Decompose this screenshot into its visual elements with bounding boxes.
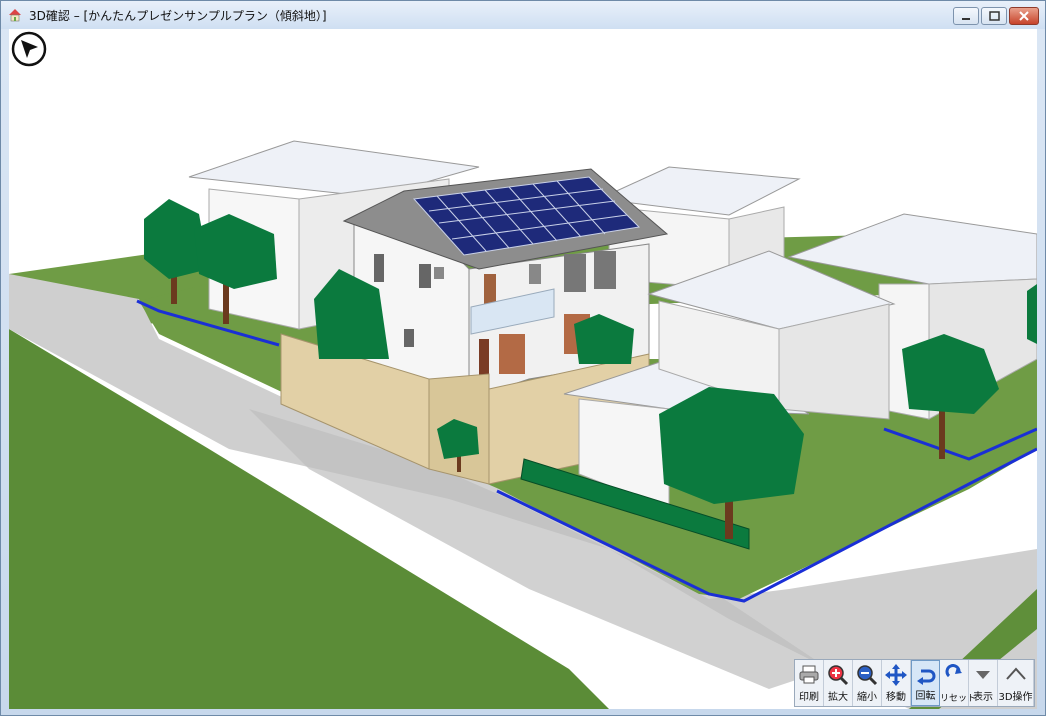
app-window: 3D確認 – [かんたんプレゼンサンプルプラン（傾斜地）] 印刷 拡大 縮小 移… [0, 0, 1046, 716]
print-label: 印刷 [799, 692, 819, 703]
main-window [529, 264, 541, 284]
window-title: 3D確認 – [かんたんプレゼンサンプルプラン（傾斜地）] [29, 9, 327, 23]
rotate-label: 回転 [915, 691, 936, 702]
maximize-button[interactable] [981, 7, 1007, 25]
house-app-icon [9, 9, 21, 22]
main-window [564, 254, 586, 292]
reset-icon [945, 664, 962, 678]
reset-label: リセット [940, 694, 977, 704]
zoom-out-label: 縮小 [857, 692, 877, 703]
3d-operation-button[interactable]: 3D操作 [998, 660, 1034, 706]
display-button[interactable]: 表示 [969, 660, 998, 706]
main-window [434, 267, 444, 279]
main-door [479, 339, 489, 379]
3d-operation-label: 3D操作 [998, 692, 1033, 703]
move-arrows-icon [885, 664, 907, 686]
main-window [374, 254, 384, 282]
move-button[interactable]: 移動 [882, 660, 911, 706]
window-caption-buttons [953, 7, 1039, 25]
chevron-up-icon [1005, 667, 1026, 680]
close-button[interactable] [1009, 7, 1039, 25]
rotate-button[interactable]: 回転 [911, 660, 940, 706]
3d-viewport[interactable]: 印刷 拡大 縮小 移動 回転 リセット 表示 3D操作 [9, 29, 1037, 709]
display-label: 表示 [973, 692, 993, 703]
main-window [404, 329, 414, 347]
3d-toolbar: 印刷 拡大 縮小 移動 回転 リセット 表示 3D操作 [794, 659, 1035, 707]
zoom-in-icon [828, 665, 849, 686]
tree [1027, 284, 1037, 344]
move-label: 移動 [886, 692, 906, 703]
main-window [484, 274, 496, 304]
main-window [594, 251, 616, 289]
minimize-icon [962, 18, 970, 20]
3d-scene[interactable] [9, 29, 1037, 709]
minimize-button[interactable] [953, 7, 979, 25]
zoom-out-icon [857, 665, 878, 686]
close-icon [1019, 11, 1029, 21]
printer-icon [799, 665, 819, 684]
chevron-down-icon [976, 671, 990, 679]
zoom-in-button[interactable]: 拡大 [824, 660, 853, 706]
print-button[interactable]: 印刷 [795, 660, 824, 706]
main-window [419, 264, 431, 288]
rotate-icon [916, 669, 935, 685]
zoom-out-button[interactable]: 縮小 [853, 660, 882, 706]
maximize-icon [989, 11, 1000, 21]
title-bar: 3D確認 – [かんたんプレゼンサンプルプラン（傾斜地）] [1, 1, 1045, 29]
main-window [499, 334, 525, 374]
reset-button[interactable]: リセット [940, 660, 977, 706]
navigation-arrow-icon[interactable] [11, 31, 47, 67]
zoom-in-label: 拡大 [828, 692, 848, 703]
